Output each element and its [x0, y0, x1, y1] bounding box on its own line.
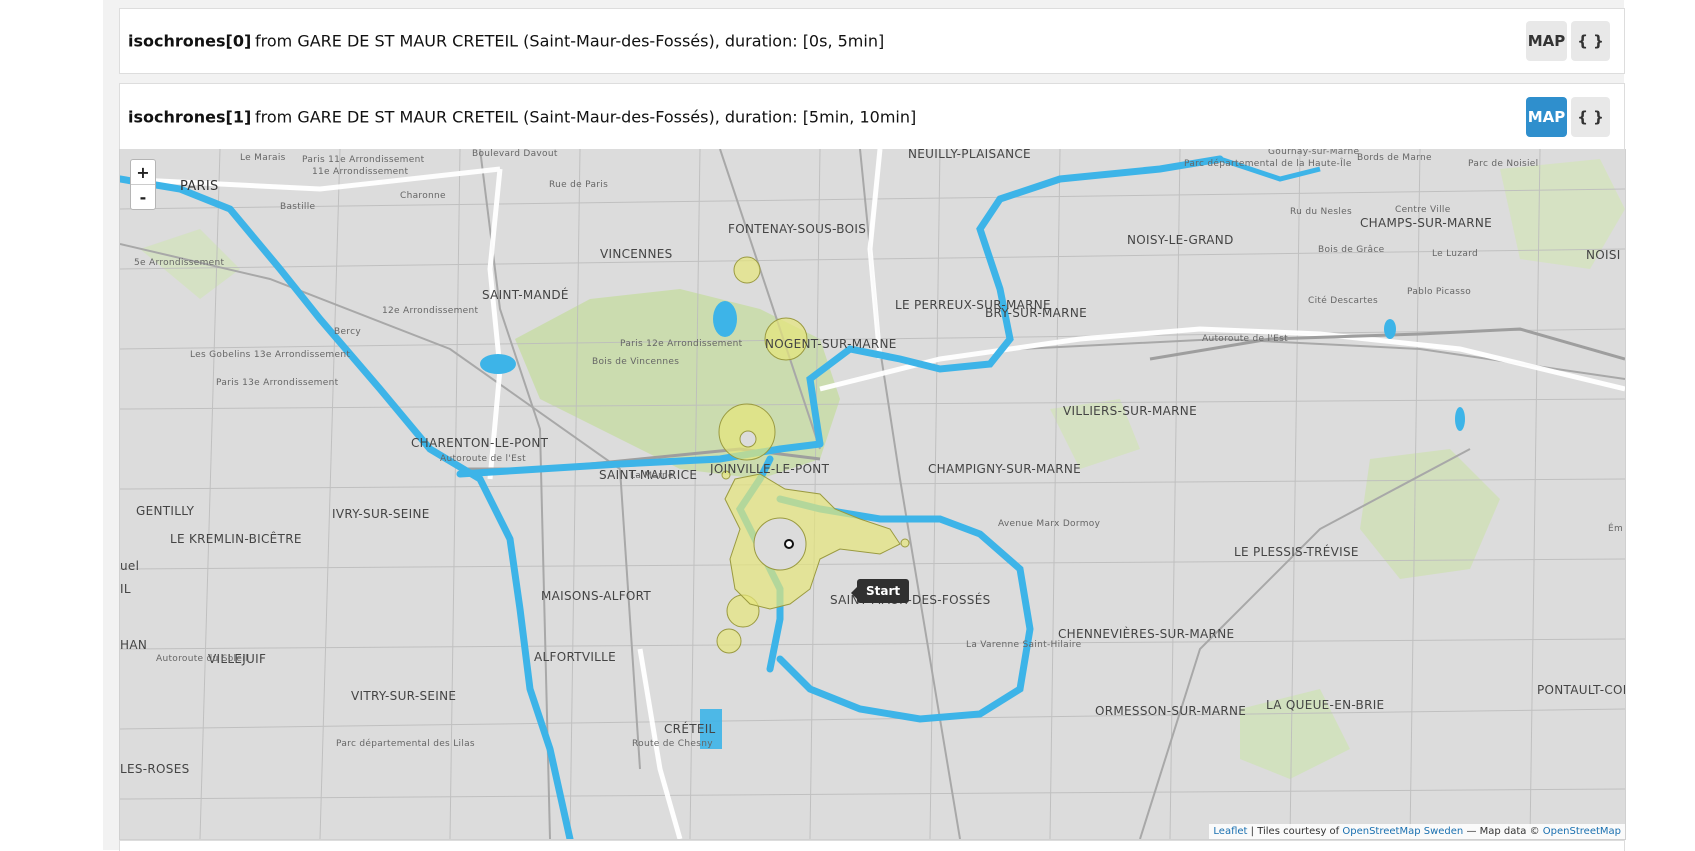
- place-label: uel: [120, 559, 140, 573]
- street-label: Autoroute de l'Est: [440, 454, 526, 464]
- zoom-in-button[interactable]: +: [131, 160, 155, 184]
- area-label: Ru du Nesles: [1290, 207, 1352, 217]
- isochrone-label: isochrones[1]: [128, 107, 252, 127]
- osm-link[interactable]: OpenStreetMap: [1543, 826, 1621, 837]
- place-label: VINCENNES: [600, 247, 673, 261]
- leaflet-link[interactable]: Leaflet: [1213, 826, 1247, 837]
- place-label: SAINT-MANDÉ: [482, 288, 569, 302]
- place-label: IL: [120, 582, 131, 596]
- area-label: Bastille: [280, 202, 316, 212]
- isochrone-map[interactable]: + - Start PARIS NEUILLY-PLAISANCE FONTEN…: [119, 149, 1626, 840]
- place-label: LES-ROSES: [120, 762, 190, 776]
- area-label: Les Gobelins 13e Arrondissement: [190, 350, 351, 360]
- area-label: Gournay-sur-Marne: [1268, 149, 1360, 157]
- zoom-control: + -: [130, 159, 156, 210]
- place-label: GENTILLY: [136, 504, 195, 518]
- left-margin: [0, 0, 104, 850]
- attribution-text: | Tiles courtesy of: [1247, 826, 1343, 837]
- area-label: Bois de Vincennes: [592, 357, 680, 367]
- isochrone-description: from GARE DE ST MAUR CRETEIL (Saint-Maur…: [255, 107, 917, 127]
- place-label: CRÉTEIL: [664, 722, 716, 736]
- area-label: Bercy: [334, 327, 361, 337]
- map-attribution: Leaflet | Tiles courtesy of OpenStreetMa…: [1209, 824, 1625, 839]
- place-label: ORMESSON-SUR-MARNE: [1095, 704, 1247, 718]
- area-label: 11e Arrondissement: [312, 167, 409, 177]
- zoom-out-button[interactable]: -: [131, 184, 155, 209]
- isochrone-row-1: isochrones[1] from GARE DE ST MAUR CRETE…: [119, 83, 1625, 150]
- area-label: 12e Arrondissement: [382, 306, 479, 316]
- place-label: CHENNEVIÈRES-SUR-MARNE: [1058, 627, 1235, 641]
- map-tiles: [120, 149, 1625, 839]
- area-label: Paris 12e Arrondissement: [620, 339, 743, 349]
- place-label: LE KREMLIN-BICÊTRE: [170, 532, 302, 546]
- attribution-text: — Map data ©: [1463, 826, 1543, 837]
- place-label: BRY-SUR-MARNE: [985, 306, 1087, 320]
- place-label: MAISONS-ALFORT: [541, 589, 652, 603]
- osm-sweden-link[interactable]: OpenStreetMap Sweden: [1342, 826, 1463, 837]
- place-label: HAN: [120, 638, 148, 652]
- isochrone-description: from GARE DE ST MAUR CRETEIL (Saint-Maur…: [255, 31, 885, 51]
- place-label: FONTENAY-SOUS-BOIS: [728, 222, 867, 236]
- area-label: 5e Arrondissement: [134, 258, 225, 268]
- place-label: NOISY-LE-GRAND: [1127, 233, 1234, 247]
- place-label: IVRY-SUR-SEINE: [332, 507, 430, 521]
- place-label: CHAMPS-SUR-MARNE: [1360, 216, 1492, 230]
- place-label: VILLIERS-SUR-MARNE: [1063, 404, 1197, 418]
- area-label: Cité Descartes: [1308, 296, 1378, 306]
- start-marker-tooltip: Start: [850, 579, 910, 603]
- json-button[interactable]: { }: [1571, 97, 1610, 137]
- isochrone-label: isochrones[0]: [128, 31, 252, 51]
- area-label: Bords de Marne: [1357, 153, 1432, 163]
- place-label: NEUILLY-PLAISANCE: [908, 149, 1031, 161]
- street-label: Avenue Marx Dormoy: [998, 519, 1101, 529]
- area-label: Paris 13e Arrondissement: [216, 378, 339, 388]
- place-label: ALFORTVILLE: [534, 650, 617, 664]
- place-label: NOGENT-SUR-MARNE: [765, 337, 897, 351]
- isochrone-row-0: isochrones[0] from GARE DE ST MAUR CRETE…: [119, 8, 1625, 74]
- area-label: Paris 11e Arrondissement: [302, 155, 425, 165]
- street-label: Route de Chesny: [632, 739, 713, 749]
- area-label: Charonne: [400, 191, 446, 201]
- area-label: La Varenne Saint-Hilaire: [966, 640, 1082, 650]
- area-label: Le Luzard: [1432, 249, 1479, 259]
- area-label: Centre Ville: [1395, 205, 1451, 215]
- place-label: JOINVILLE-LE-PONT: [710, 462, 830, 476]
- map-button-active[interactable]: MAP: [1526, 97, 1567, 137]
- place-label: LE PLESSIS-TRÉVISE: [1234, 545, 1359, 559]
- river-label: La Marne: [630, 471, 674, 481]
- area-label: Pablo Picasso: [1407, 287, 1472, 297]
- place-label: PONTAULT-COM: [1537, 683, 1626, 697]
- place-label: CHARENTON-LE-PONT: [411, 436, 549, 450]
- area-label: Parc départemental de la Haute-Île: [1184, 159, 1352, 169]
- json-button[interactable]: { }: [1571, 21, 1610, 61]
- place-label: PARIS: [180, 179, 219, 194]
- place-label: NOISI: [1586, 248, 1621, 262]
- area-label: Parc départemental des Lilas: [336, 739, 475, 749]
- area-label: Bois de Grâce: [1318, 245, 1385, 255]
- place-label: LA QUEUE-EN-BRIE: [1266, 698, 1385, 712]
- place-label: CHAMPIGNY-SUR-MARNE: [928, 462, 1081, 476]
- street-label: Autoroute de l'Est: [1202, 334, 1288, 344]
- area-label: Ém: [1608, 524, 1624, 534]
- street-label: Autoroute du Soleil: [156, 654, 248, 664]
- next-row-edge: [119, 840, 1625, 851]
- area-label: Le Marais: [240, 153, 286, 163]
- map-button[interactable]: MAP: [1526, 21, 1567, 61]
- area-label: Parc de Noisiel: [1468, 159, 1539, 169]
- place-label: VITRY-SUR-SEINE: [351, 689, 457, 703]
- street-label: Rue de Paris: [549, 180, 609, 190]
- street-label: Boulevard Davout: [472, 149, 558, 159]
